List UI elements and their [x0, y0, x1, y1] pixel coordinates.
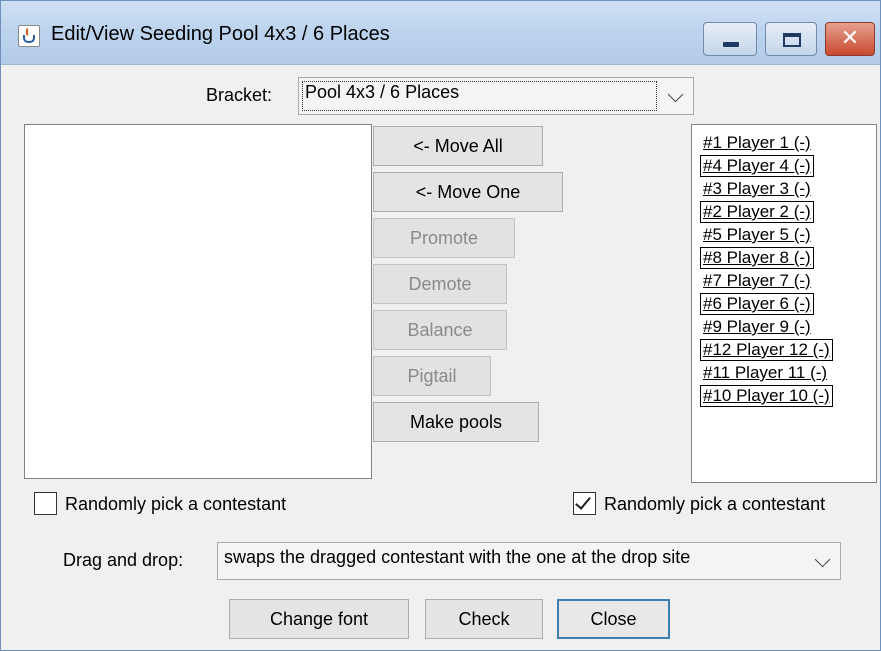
title-bar[interactable]: Edit/View Seeding Pool 4x3 / 6 Places ✕: [1, 1, 880, 65]
maximize-icon: [783, 33, 801, 47]
list-item[interactable]: #3 Player 3 (-): [700, 178, 814, 200]
bracket-label: Bracket:: [206, 85, 273, 105]
bracket-select-value: Pool 4x3 / 6 Places: [305, 82, 460, 102]
list-item[interactable]: #7 Player 7 (-): [700, 270, 814, 292]
unseeded-contestant-list[interactable]: [24, 124, 372, 479]
window-title: Edit/View Seeding Pool 4x3 / 6 Places: [51, 23, 390, 45]
move-one-button[interactable]: <- Move One: [373, 172, 563, 212]
list-item[interactable]: #9 Player 9 (-): [700, 316, 814, 338]
close-button[interactable]: Close: [557, 599, 670, 639]
dialog-window: Edit/View Seeding Pool 4x3 / 6 Places ✕ …: [0, 0, 881, 651]
close-icon: ✕: [840, 26, 860, 51]
list-item[interactable]: #2 Player 2 (-): [700, 201, 814, 223]
drag-drop-label: Drag and drop:: [63, 550, 184, 570]
make-pools-button[interactable]: Make pools: [373, 402, 539, 442]
random-pick-left-label[interactable]: Randomly pick a contestant: [65, 494, 286, 515]
random-pick-left-checkbox[interactable]: [34, 492, 57, 515]
random-pick-right-checkbox[interactable]: [573, 492, 596, 515]
list-item[interactable]: #11 Player 11 (-): [700, 362, 830, 384]
move-all-button[interactable]: <- Move All: [373, 126, 543, 166]
java-cup-icon: [18, 25, 40, 47]
change-font-button[interactable]: Change font: [229, 599, 409, 639]
balance-button[interactable]: Balance: [373, 310, 507, 350]
maximize-button[interactable]: [765, 22, 817, 56]
check-button[interactable]: Check: [425, 599, 543, 639]
promote-button[interactable]: Promote: [373, 218, 515, 258]
list-item[interactable]: #1 Player 1 (-): [700, 132, 814, 154]
checkmark-icon: [575, 493, 591, 510]
chevron-down-icon: [667, 86, 684, 103]
chevron-down-icon: [814, 551, 831, 568]
bracket-select[interactable]: Pool 4x3 / 6 Places: [298, 77, 694, 115]
list-item[interactable]: #8 Player 8 (-): [700, 247, 814, 269]
pigtail-button[interactable]: Pigtail: [373, 356, 491, 396]
minimize-button[interactable]: [703, 22, 757, 56]
list-item[interactable]: #5 Player 5 (-): [700, 224, 814, 246]
drag-drop-select-value: swaps the dragged contestant with the on…: [224, 547, 691, 567]
list-item[interactable]: #12 Player 12 (-): [700, 339, 833, 361]
random-pick-right-label[interactable]: Randomly pick a contestant: [604, 494, 825, 515]
list-item[interactable]: #4 Player 4 (-): [700, 155, 814, 177]
minimize-icon: [723, 42, 739, 47]
drag-drop-select[interactable]: swaps the dragged contestant with the on…: [217, 542, 841, 580]
list-item[interactable]: #10 Player 10 (-): [700, 385, 833, 407]
list-item[interactable]: #6 Player 6 (-): [700, 293, 814, 315]
demote-button[interactable]: Demote: [373, 264, 507, 304]
seeded-contestant-list[interactable]: #1 Player 1 (-) #4 Player 4 (-) #3 Playe…: [691, 124, 877, 483]
close-window-button[interactable]: ✕: [825, 22, 875, 56]
